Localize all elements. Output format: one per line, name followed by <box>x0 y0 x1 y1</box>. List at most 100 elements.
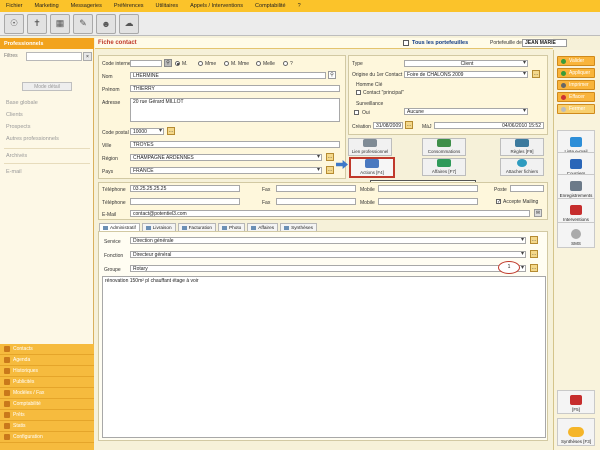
surveillance-select[interactable]: Aucune <box>404 108 528 115</box>
affaires-button[interactable]: Affaires [F7] <box>422 158 466 176</box>
module-agenda[interactable]: Agenda <box>0 355 94 366</box>
prenom-input[interactable]: THIERRY <box>130 85 340 92</box>
module-prets[interactable]: Prêts <box>0 410 94 421</box>
module-publicites[interactable]: Publicités <box>0 377 94 388</box>
left-item-archives[interactable]: Archivés <box>6 153 27 159</box>
nom-input[interactable]: LHERMINE <box>130 72 326 79</box>
menu-preferences[interactable]: Préférences <box>114 3 144 9</box>
f5-button[interactable]: [F5] <box>557 390 595 414</box>
service-button[interactable]: … <box>530 236 538 244</box>
building-icon[interactable]: ▦ <box>50 13 70 34</box>
tel-input[interactable]: 03.25.25.25.25 <box>130 185 240 192</box>
module-modeles[interactable]: Modèles / Fax <box>0 388 94 399</box>
cp-label: Code postal <box>102 130 129 136</box>
module-historiques[interactable]: Historiques <box>0 366 94 377</box>
syntheses-button[interactable]: Synthèses [F3] <box>557 418 595 446</box>
fax2-input[interactable] <box>276 198 356 205</box>
regles-button[interactable]: Règles [F9] <box>500 138 544 156</box>
calendar-icon[interactable]: … <box>405 121 413 129</box>
search-icon[interactable]: ⚲ <box>164 59 172 67</box>
mailing-checkbox[interactable] <box>496 199 501 204</box>
creation-input[interactable]: 31/08/2009 <box>373 122 403 129</box>
fonction-select[interactable]: Directeur général <box>130 251 526 258</box>
portfolio-select[interactable]: JEAN MARIE <box>522 39 567 47</box>
origine-button[interactable]: … <box>532 70 540 78</box>
pays-select[interactable]: FRANCE <box>130 167 322 174</box>
mobile-input-1[interactable] <box>378 185 478 192</box>
detail-mode-button[interactable]: Mode détail <box>22 82 72 91</box>
email-input[interactable]: contact@potentiel3.com <box>130 210 530 217</box>
fermer-button[interactable]: Fermer <box>557 104 595 114</box>
poste-input[interactable] <box>510 185 544 192</box>
adresse-label: Adresse <box>102 100 121 106</box>
send-email-icon[interactable]: ✉ <box>534 209 542 217</box>
tel2-input[interactable] <box>130 198 240 205</box>
module-statis[interactable]: Statis <box>0 421 94 432</box>
module-comptabilite[interactable]: Comptabilité <box>0 399 94 410</box>
cp-select[interactable]: 10000 <box>130 128 164 135</box>
ville-input[interactable]: TROYES <box>130 141 340 148</box>
notepad-icon[interactable]: ✎ <box>73 13 93 34</box>
contact-principal-checkbox[interactable] <box>356 90 361 95</box>
groupe-select[interactable]: Rotary <box>130 265 526 272</box>
module-configuration[interactable]: Configuration <box>0 432 94 443</box>
internal-code-input[interactable] <box>130 60 162 67</box>
actions-button[interactable]: Actions [F4] <box>349 157 395 178</box>
region-select[interactable]: CHAMPAGNE ARDENNES <box>130 154 322 161</box>
lien-professionnel-button[interactable]: Lien professionnel <box>348 138 392 156</box>
appliquer-button[interactable]: Appliquer <box>557 68 595 78</box>
service-select[interactable]: Direction générale <box>130 237 526 244</box>
left-item-prospects[interactable]: Prospects <box>6 124 30 130</box>
magnifier-icon[interactable]: ⚲ <box>328 71 336 79</box>
groupe-button[interactable]: … <box>530 264 538 272</box>
interventions-button[interactable]: Interventions <box>557 198 595 224</box>
menu-utilitaires[interactable]: Utilitaires <box>156 3 179 9</box>
type-label: Type <box>352 61 363 67</box>
adresse-input[interactable]: 20 rue Gérard MILLOT <box>130 98 340 122</box>
enregistrements-button[interactable]: Enregistrements <box>557 174 595 200</box>
mobile-input-2[interactable] <box>378 198 478 205</box>
attacher-fichiers-button[interactable]: Attacher fichiers <box>500 158 544 176</box>
civility-mmme-radio[interactable] <box>224 61 229 66</box>
left-item-email[interactable]: E-mail <box>6 169 22 175</box>
people-icon[interactable]: ☻ <box>96 13 116 34</box>
all-portfolios-checkbox[interactable] <box>403 40 409 46</box>
civility-m-radio[interactable] <box>175 61 180 66</box>
origine-select[interactable]: Foire de CHALONS 2009 <box>404 71 528 78</box>
filter-input[interactable] <box>26 52 82 61</box>
valider-button[interactable]: Valider <box>557 56 595 66</box>
menu-appels[interactable]: Appels / Interventions <box>190 3 243 9</box>
left-item-base-globale[interactable]: Base globale <box>6 100 38 106</box>
signpost-icon[interactable]: ✝ <box>27 13 47 34</box>
fonction-button[interactable]: … <box>530 250 538 258</box>
menu-help[interactable]: ? <box>298 3 301 9</box>
consommations-button[interactable]: Consommations <box>422 138 466 156</box>
region-button[interactable]: … <box>326 153 334 161</box>
maj-input[interactable]: 04/06/2010 15:52 <box>434 122 544 129</box>
type-select[interactable]: Client <box>404 60 528 67</box>
left-item-autres[interactable]: Autres professionnels <box>6 136 59 142</box>
sms-button[interactable]: SMS <box>557 222 595 248</box>
fax-input[interactable] <box>276 185 356 192</box>
module-contacts[interactable]: Contacts <box>0 344 94 355</box>
menu-messageries[interactable]: Messageries <box>71 3 102 9</box>
menu-comptabilite[interactable]: Comptabilité <box>255 3 286 9</box>
civility-unknown-radio[interactable] <box>283 61 288 66</box>
civility-mmme-label: M. Mme <box>231 61 250 67</box>
notes-textarea[interactable]: rénovation 150m² pl chauffant étage à vo… <box>102 276 546 438</box>
civility-melle-radio[interactable] <box>256 61 261 66</box>
pays-button[interactable]: … <box>326 166 334 174</box>
globe-icon[interactable]: ☉ <box>4 13 24 34</box>
left-item-clients[interactable]: Clients <box>6 112 23 118</box>
speech-bubble-icon[interactable]: ☁ <box>119 13 139 34</box>
civility-mme-radio[interactable] <box>198 61 203 66</box>
menu-fichier[interactable]: Fichier <box>6 3 23 9</box>
effacer-button[interactable]: Effacer <box>557 92 595 102</box>
cp-button[interactable]: … <box>167 127 175 135</box>
menu-marketing[interactable]: Marketing <box>35 3 59 9</box>
imprimer-button[interactable]: Imprimer <box>557 80 595 90</box>
surveillance-checkbox[interactable] <box>354 110 359 115</box>
filter-clear-icon[interactable]: × <box>83 52 92 61</box>
filter-label: Filtres <box>4 53 18 59</box>
page-title: Fiche contact <box>98 40 137 46</box>
